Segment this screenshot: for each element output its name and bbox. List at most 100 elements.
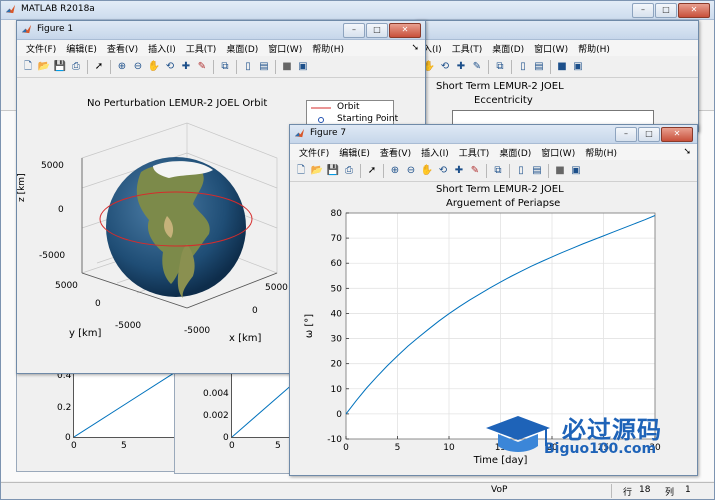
- menu-file[interactable]: 文件(F): [294, 146, 334, 159]
- figure-1-menubar: 文件(F) 编辑(E) 查看(V) 插入(I) 工具(T) 桌面(D) 窗口(W…: [17, 40, 425, 56]
- menu-edit[interactable]: 编辑(E): [61, 42, 102, 55]
- save-icon[interactable]: 💾: [53, 60, 67, 74]
- menu-desktop[interactable]: 桌面(D): [494, 146, 536, 159]
- bg-bottom-left-figure: 0.4 0.2 0 0 5: [16, 371, 176, 472]
- link-icon[interactable]: ⧉: [493, 60, 507, 74]
- figure-7-toolbar: 🗋 📂 💾 ⎙ ➚ ⊕ ⊖ ✋ ⟲ ✚ ✎ ⧉ ▯ ▤ ■ ▣: [290, 161, 697, 182]
- brush-icon[interactable]: ✎: [195, 60, 209, 74]
- edit-plot-arrow-icon[interactable]: ➚: [365, 164, 379, 178]
- show-plot-tools-icon[interactable]: ▣: [296, 60, 310, 74]
- toolbar-separator: [275, 60, 276, 74]
- main-window-title: MATLAB R2018a: [21, 4, 95, 14]
- figure-7-maximize-button[interactable]: □: [638, 127, 660, 142]
- legend-icon[interactable]: ▤: [530, 164, 544, 178]
- zoom-in-icon[interactable]: ⊕: [115, 60, 129, 74]
- show-plot-tools-icon[interactable]: ▣: [571, 60, 585, 74]
- status-row-value: 18: [639, 485, 651, 495]
- menu-window[interactable]: 窗口(W): [536, 146, 580, 159]
- menu-window[interactable]: 窗口(W): [263, 42, 307, 55]
- toolbar-separator: [488, 60, 489, 74]
- hide-plot-tools-icon[interactable]: ■: [555, 60, 569, 74]
- link-icon[interactable]: ⧉: [491, 164, 505, 178]
- rotate-icon[interactable]: ⟲: [438, 60, 452, 74]
- figure-7-minimize-button[interactable]: –: [615, 127, 637, 142]
- brush-icon[interactable]: ✎: [470, 60, 484, 74]
- new-figure-icon[interactable]: 🗋: [294, 164, 308, 178]
- menu-dock-arrow-icon[interactable]: ➘: [678, 147, 697, 157]
- status-mode: VoP: [491, 485, 508, 495]
- pan-icon[interactable]: ✋: [420, 164, 434, 178]
- figure-1-maximize-button[interactable]: □: [366, 23, 388, 38]
- colorbar-icon[interactable]: ▯: [516, 60, 530, 74]
- x-tick-label: 0: [343, 443, 349, 453]
- bg-eccentricity-figure[interactable]: 入(I) 工具(T) 桌面(D) 窗口(W) 帮助(H) ✋ ⟲ ✚ ✎ ⧉ ▯…: [415, 20, 699, 132]
- menu-desktop[interactable]: 桌面(D): [221, 42, 263, 55]
- y-tick-label: 60: [331, 259, 343, 269]
- colorbar-icon[interactable]: ▯: [241, 60, 255, 74]
- data-cursor-icon[interactable]: ✚: [452, 164, 466, 178]
- zoom-in-icon[interactable]: ⊕: [388, 164, 402, 178]
- orbit-xlabel: x [km]: [229, 333, 262, 344]
- open-file-icon[interactable]: 📂: [310, 164, 324, 178]
- menu-insert[interactable]: 插入(I): [416, 146, 454, 159]
- data-cursor-icon[interactable]: ✚: [179, 60, 193, 74]
- brush-icon[interactable]: ✎: [468, 164, 482, 178]
- menu-insert[interactable]: 插入(I): [143, 42, 181, 55]
- pan-icon[interactable]: ✋: [147, 60, 161, 74]
- menu-view[interactable]: 查看(V): [102, 42, 143, 55]
- main-minimize-button[interactable]: –: [632, 3, 654, 18]
- print-icon[interactable]: ⎙: [342, 164, 356, 178]
- figure-7-close-button[interactable]: ✕: [661, 127, 693, 142]
- orbit-ytick: 5000: [55, 281, 78, 291]
- bg-menu-desktop[interactable]: 桌面(D): [487, 42, 529, 55]
- data-cursor-icon[interactable]: ✚: [454, 60, 468, 74]
- bg-menu-window[interactable]: 窗口(W): [529, 42, 573, 55]
- edit-plot-arrow-icon[interactable]: ➚: [92, 60, 106, 74]
- status-col-label: 列: [665, 488, 675, 498]
- hide-plot-tools-icon[interactable]: ■: [553, 164, 567, 178]
- bg-menu-tools[interactable]: 工具(T): [447, 42, 488, 55]
- figure-1-title: Figure 1: [37, 24, 74, 34]
- legend-icon[interactable]: ▤: [532, 60, 546, 74]
- bg-eccentricity-titlebar: [416, 21, 698, 40]
- orbit-ztick: -5000: [39, 251, 66, 261]
- menu-file[interactable]: 文件(F): [21, 42, 61, 55]
- save-icon[interactable]: 💾: [326, 164, 340, 178]
- menu-tools[interactable]: 工具(T): [181, 42, 222, 55]
- figure-1-close-button[interactable]: ✕: [389, 23, 421, 38]
- zoom-out-icon[interactable]: ⊖: [404, 164, 418, 178]
- menu-view[interactable]: 查看(V): [375, 146, 416, 159]
- menu-help[interactable]: 帮助(H): [580, 146, 622, 159]
- bg-bl-ytick: 0.2: [57, 403, 72, 413]
- menu-help[interactable]: 帮助(H): [307, 42, 349, 55]
- main-maximize-button[interactable]: □: [655, 3, 677, 18]
- watermark-english: Biguo100.com: [544, 441, 657, 457]
- legend-icon[interactable]: ▤: [257, 60, 271, 74]
- figure-1-minimize-button[interactable]: –: [343, 23, 365, 38]
- menu-tools[interactable]: 工具(T): [454, 146, 495, 159]
- y-tick-label: 50: [331, 284, 343, 294]
- link-icon[interactable]: ⧉: [218, 60, 232, 74]
- new-figure-icon[interactable]: 🗋: [21, 60, 35, 74]
- bg-bm-axes: [231, 373, 295, 438]
- menu-edit[interactable]: 编辑(E): [334, 146, 375, 159]
- bg-bm-ytick: 0.004: [203, 389, 229, 399]
- rotate-icon[interactable]: ⟲: [163, 60, 177, 74]
- bg-bl-xtick: 5: [121, 441, 127, 451]
- show-plot-tools-icon[interactable]: ▣: [569, 164, 583, 178]
- hide-plot-tools-icon[interactable]: ■: [280, 60, 294, 74]
- y-tick-label: 30: [331, 335, 343, 345]
- print-icon[interactable]: ⎙: [69, 60, 83, 74]
- menu-dock-arrow-icon[interactable]: ➘: [406, 43, 425, 53]
- toolbar-separator: [509, 164, 510, 178]
- rotate-icon[interactable]: ⟲: [436, 164, 450, 178]
- colorbar-icon[interactable]: ▯: [514, 164, 528, 178]
- main-close-button[interactable]: ✕: [678, 3, 710, 18]
- y-tick-label: 0: [336, 410, 342, 420]
- status-row-label: 行: [623, 488, 633, 498]
- zoom-out-icon[interactable]: ⊖: [131, 60, 145, 74]
- open-file-icon[interactable]: 📂: [37, 60, 51, 74]
- matlab-logo-icon: [21, 24, 32, 34]
- orbit-ztick: 0: [58, 205, 64, 215]
- bg-menu-help[interactable]: 帮助(H): [573, 42, 615, 55]
